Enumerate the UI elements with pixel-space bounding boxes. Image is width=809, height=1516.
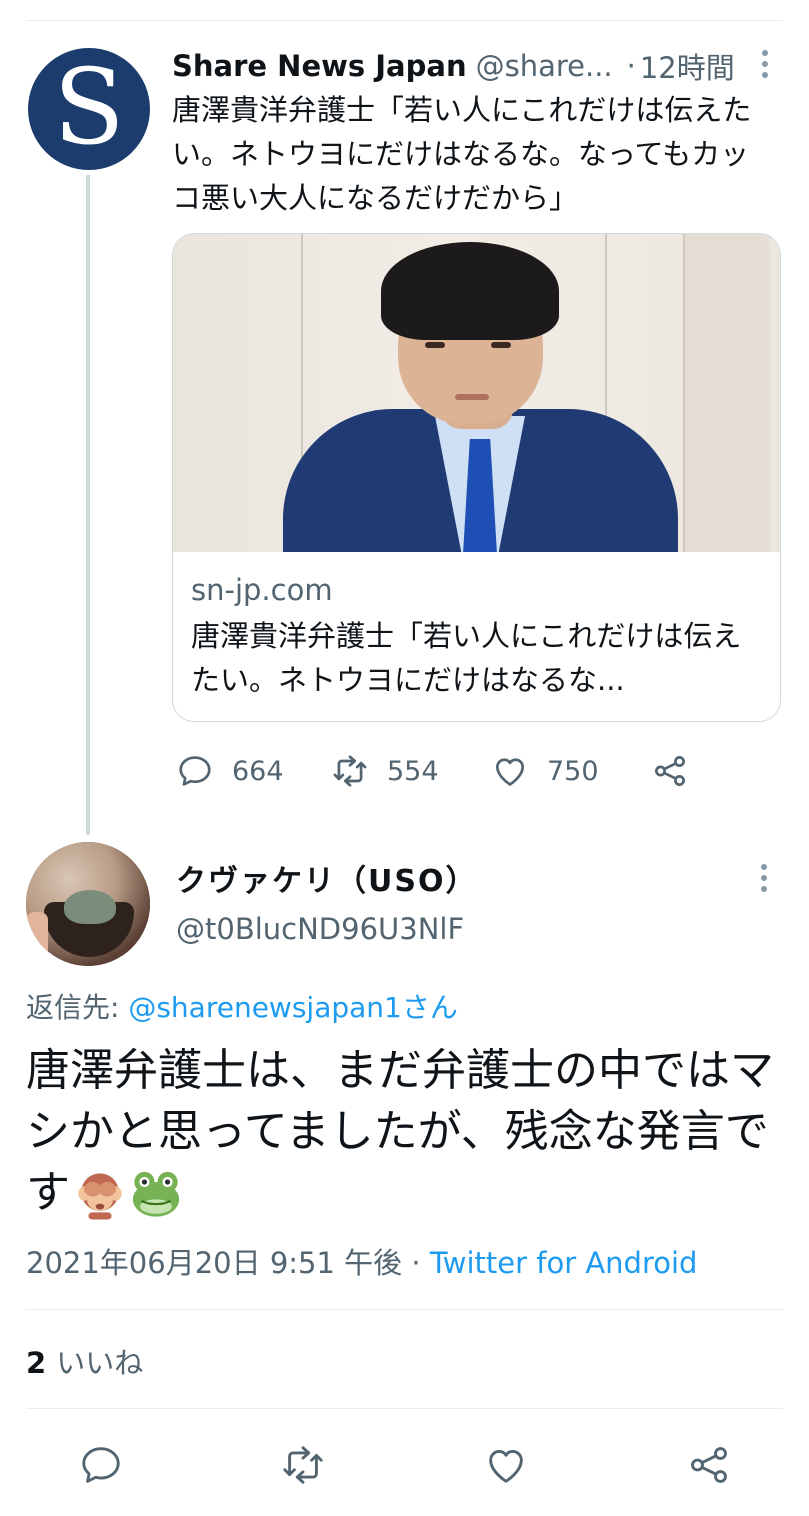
meta-divider — [26, 1309, 783, 1310]
like-button[interactable]: 750 — [491, 752, 651, 790]
stats-divider — [26, 1408, 783, 1409]
link-domain: sn-jp.com — [191, 573, 333, 607]
heart-icon — [495, 758, 525, 786]
reply-to-mention-link[interactable]: @sharenewsjapan1さん — [128, 991, 458, 1024]
retweet-icon — [283, 1446, 323, 1484]
replying-to: 返信先: @sharenewsjapan1さん — [26, 986, 458, 1026]
share-icon — [655, 756, 685, 786]
focused-tweet-text: 唐澤弁護士は、まだ弁護士の中ではマシかと思ってましたが、残念な発言です — [26, 1040, 796, 1223]
parent-tweet-header: Share News Japan @share... · 12時間 — [172, 46, 752, 86]
retweet-count: 554 — [387, 755, 439, 787]
frog-face-icon — [132, 1171, 180, 1217]
link-title: 唐澤貴洋弁護士「若い人にこれだけは伝えたい。ネトウヨにだけはなるな... — [191, 619, 742, 697]
parent-more-options-icon[interactable] — [760, 50, 770, 78]
heart-icon — [489, 1449, 523, 1483]
focused-share-button[interactable] — [686, 1442, 732, 1488]
retweet-icon — [333, 755, 367, 787]
avatar-letter: S — [53, 46, 125, 168]
parent-timestamp[interactable]: 12時間 — [640, 45, 735, 87]
retweet-button[interactable]: 554 — [331, 752, 491, 790]
reply-icon — [82, 1447, 120, 1483]
kuvakeri-avatar[interactable] — [26, 842, 150, 966]
parent-tweet-text: 唐澤貴洋弁護士「若い人にこれだけは伝えたい。ネトウヨにだけはなるな。なってもカッ… — [172, 93, 752, 215]
parent-action-bar: 664 554 750 — [176, 750, 736, 792]
link-preview-image — [173, 234, 780, 552]
tweet-metadata: 2021年06月20日 9:51 午後 · Twitter for Androi… — [26, 1240, 697, 1282]
thread-connector — [86, 175, 90, 835]
like-count: 750 — [547, 755, 599, 787]
focused-more-options-icon[interactable] — [759, 864, 769, 892]
share-news-japan-avatar[interactable]: S — [28, 48, 150, 170]
tweet-timestamp: 2021年06月20日 9:51 午後 · — [26, 1246, 430, 1280]
likes-summary[interactable]: 2 いいね — [26, 1340, 143, 1382]
likes-count: 2 — [26, 1346, 47, 1380]
reply-to-prefix: 返信先: — [26, 991, 129, 1024]
focused-reply-button[interactable] — [78, 1442, 124, 1488]
focused-like-button[interactable] — [483, 1442, 529, 1488]
header-separator: · — [626, 49, 636, 83]
link-preview-card[interactable]: sn-jp.com 唐澤貴洋弁護士「若い人にこれだけは伝えたい。ネトウヨにだけは… — [172, 233, 781, 722]
top-divider — [26, 20, 783, 21]
see-no-evil-monkey-icon — [78, 1173, 122, 1220]
focused-retweet-button[interactable] — [280, 1442, 326, 1488]
parent-display-name[interactable]: Share News Japan — [172, 49, 467, 83]
share-icon — [691, 1447, 727, 1483]
focused-display-name[interactable]: クヴァケリ（USO） — [176, 856, 477, 900]
tweet-source-link[interactable]: Twitter for Android — [430, 1246, 698, 1280]
parent-handle[interactable]: @share... — [476, 49, 613, 83]
reply-icon — [179, 756, 211, 786]
reply-button[interactable]: 664 — [176, 752, 331, 790]
focused-handle[interactable]: @t0BlucND96U3NlF — [176, 912, 464, 946]
likes-label: いいね — [56, 1346, 144, 1380]
share-button[interactable] — [651, 752, 689, 790]
reply-count: 664 — [232, 755, 284, 787]
